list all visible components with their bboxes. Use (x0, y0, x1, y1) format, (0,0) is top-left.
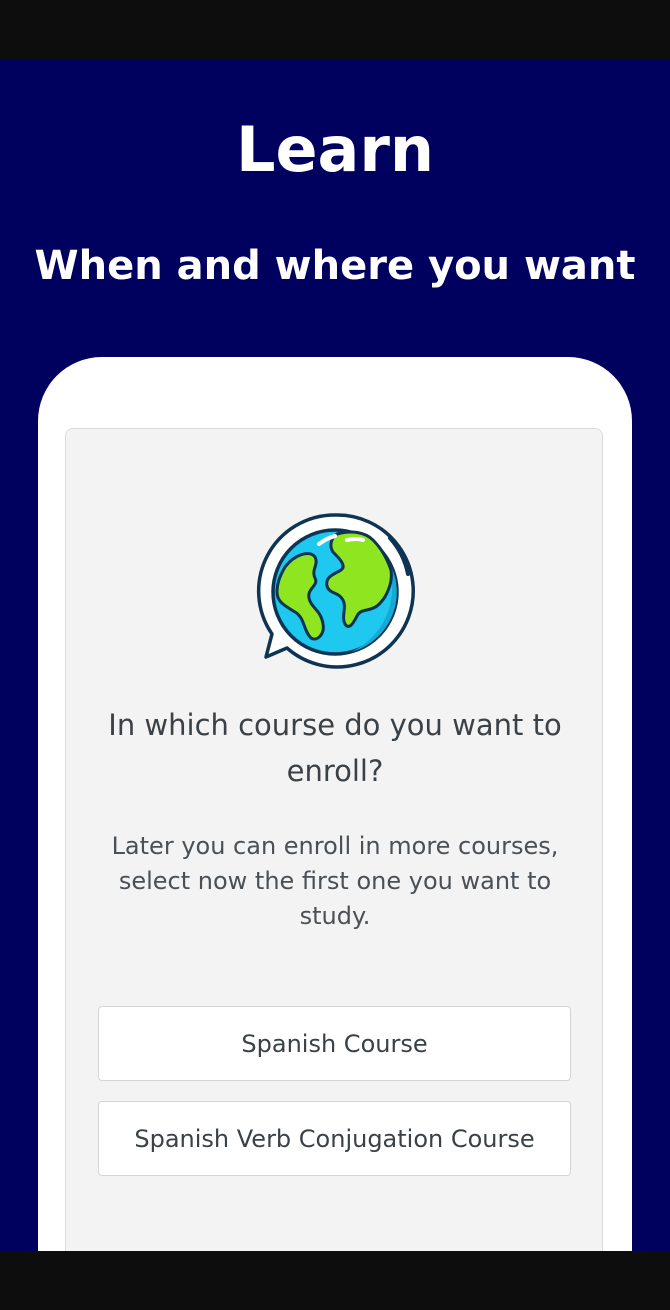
enroll-question: In which course do you want to enroll? (108, 708, 562, 788)
spanish-verb-conjugation-course-button[interactable]: Spanish Verb Conjugation Course (98, 1101, 571, 1176)
hero-subtitle: When and where you want (34, 243, 636, 289)
spanish-course-button[interactable]: Spanish Course (98, 1006, 571, 1081)
enroll-hint: Later you can enroll in more courses, se… (111, 832, 559, 930)
globe-chat-icon (255, 512, 415, 672)
navigation-bar (0, 1251, 670, 1310)
hero-title: Learn (235, 113, 435, 186)
status-bar (0, 0, 670, 60)
